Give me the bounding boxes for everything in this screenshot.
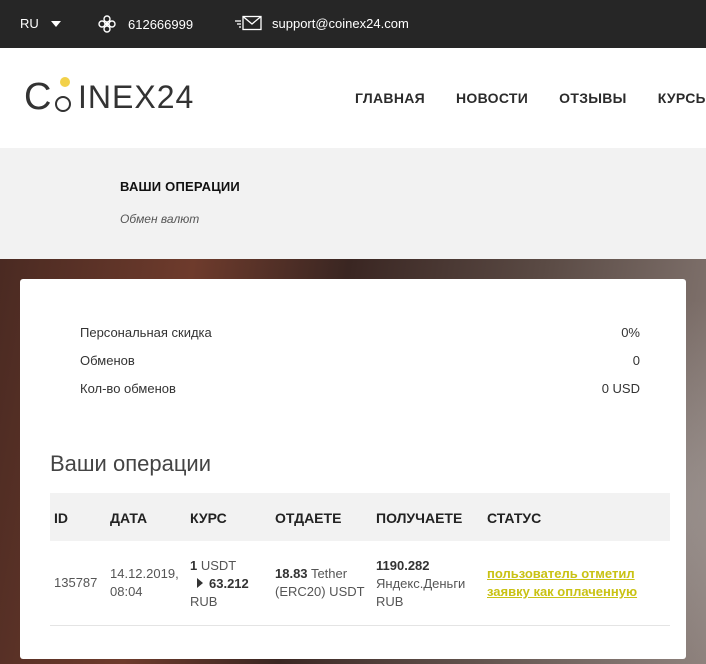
time-line: 08:04: [110, 584, 143, 599]
date-line: 14.12.2019,: [110, 566, 179, 581]
site-logo[interactable]: C INEX24: [24, 75, 204, 119]
envelope-icon: [234, 15, 262, 31]
chevron-down-icon: [50, 20, 61, 27]
operation-date: 14.12.2019, 08:04: [110, 565, 179, 601]
give-currency-code: (ERC20) USDT: [275, 584, 365, 599]
rate-value: 63.212: [209, 576, 249, 591]
email-address: support@coinex24.com: [272, 15, 409, 31]
table-row[interactable]: 135787 14.12.2019, 08:04 1 USDT 63.212 R…: [50, 541, 670, 626]
logo-dot: [60, 77, 70, 87]
stat-label: Персональная скидка: [80, 325, 212, 340]
operation-id: 135787: [54, 575, 98, 590]
get-currency: Яндекс.Деньги: [376, 576, 466, 591]
user-stats: Персональная скидка 0% Обменов 0 Кол-во …: [80, 325, 640, 409]
status-link-line2[interactable]: заявку как оплаченную: [487, 583, 637, 601]
give-amount: 18.83: [275, 566, 308, 581]
column-date: ДАТА: [110, 510, 148, 526]
operation-give: 18.83 Tether (ERC20) USDT: [275, 565, 365, 601]
stat-label: Кол-во обменов: [80, 381, 176, 396]
status-link-line1[interactable]: пользователь отметил: [487, 565, 637, 583]
get-amount: 1190.282: [376, 558, 430, 573]
site-header: C INEX24 ГЛАВНАЯ НОВОСТИ ОТЗЫВЫ КУРСЫ С: [0, 48, 706, 148]
column-id: ID: [54, 510, 68, 526]
rate-from: USDT: [200, 558, 237, 573]
column-give: ОТДАЕТЕ: [275, 510, 342, 526]
page-title: ВАШИ ОПЕРАЦИИ: [120, 179, 240, 194]
logo-letter-c: C: [24, 76, 53, 118]
flower-icon: [98, 15, 116, 33]
stat-label: Обменов: [80, 353, 135, 368]
language-selector[interactable]: RU: [20, 16, 61, 31]
stat-row: Персональная скидка 0%: [80, 325, 640, 353]
operation-get: 1190.282 Яндекс.Деньги RUB: [376, 557, 465, 611]
column-get: ПОЛУЧАЕТЕ: [376, 510, 463, 526]
operations-heading: Ваши операции: [50, 451, 211, 476]
stat-value: 0: [632, 353, 640, 368]
email-contact[interactable]: support@coinex24.com: [234, 15, 409, 31]
rate-to: RUB: [190, 594, 218, 609]
main-nav: ГЛАВНАЯ НОВОСТИ ОТЗЫВЫ КУРСЫ С: [355, 90, 706, 106]
operation-rate: 1 USDT 63.212 RUB: [190, 557, 249, 611]
phone-contact[interactable]: 612666999: [98, 15, 193, 33]
top-bar: RU 612666999 support@coinex24.com: [0, 0, 706, 48]
get-currency-code: RUB: [376, 594, 404, 609]
nav-home[interactable]: ГЛАВНАЯ: [355, 90, 425, 106]
operation-status[interactable]: пользователь отметил заявку как оплаченн…: [487, 565, 637, 601]
logo-text: INEX24: [78, 79, 195, 115]
language-label: RU: [20, 16, 39, 31]
stat-value: 0 USD: [601, 381, 640, 396]
stat-value: 0%: [621, 325, 640, 340]
logo-ring: [55, 96, 71, 112]
nav-news[interactable]: НОВОСТИ: [456, 90, 528, 106]
stat-row: Кол-во обменов 0 USD: [80, 381, 640, 409]
page-title-band: ВАШИ ОПЕРАЦИИ Обмен валют: [0, 148, 706, 259]
nav-rates[interactable]: КУРСЫ С: [658, 90, 706, 106]
stat-row: Обменов 0: [80, 353, 640, 381]
page-subtitle: Обмен валют: [120, 212, 200, 226]
arrow-right-icon: [197, 578, 203, 588]
column-status: СТАТУС: [487, 510, 542, 526]
give-currency: Tether: [310, 566, 348, 581]
operations-card: Персональная скидка 0% Обменов 0 Кол-во …: [20, 279, 686, 659]
rate-amount: 1: [190, 558, 198, 573]
nav-reviews[interactable]: ОТЗЫВЫ: [559, 90, 627, 106]
table-header: ID ДАТА КУРС ОТДАЕТЕ ПОЛУЧАЕТЕ СТАТУС: [50, 493, 670, 541]
column-rate: КУРС: [190, 510, 227, 526]
phone-number: 612666999: [128, 16, 194, 32]
operations-table: ID ДАТА КУРС ОТДАЕТЕ ПОЛУЧАЕТЕ СТАТУС 13…: [50, 493, 670, 626]
